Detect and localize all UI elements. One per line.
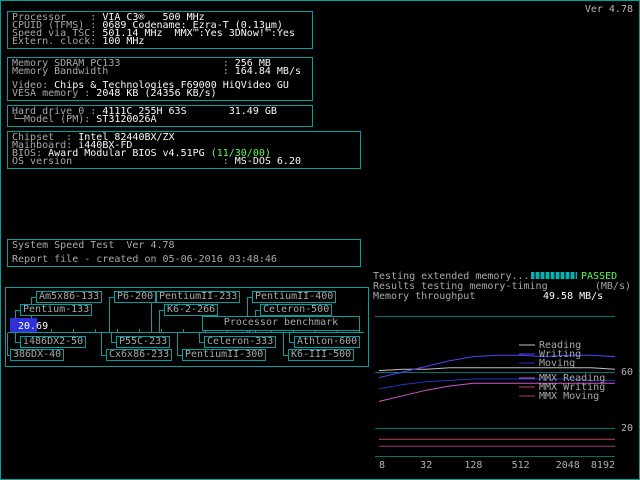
info-text-label: └─Model (PM): <box>12 114 96 125</box>
info-text-value: 100 MHz <box>102 36 144 47</box>
benchmark-score-value: 20.69 <box>18 321 48 332</box>
memory-throughput-line: Memory throughput <box>373 291 475 302</box>
cpu-reference-label: PentiumII-400 <box>252 291 336 303</box>
x-axis-label: 2048 <box>556 460 580 471</box>
info-row: Memory Bandwidth : 164.84 MB/s <box>12 68 308 76</box>
cpu-reference-label: Celeron-500 <box>260 304 332 316</box>
legend-label: Moving <box>539 358 575 369</box>
system-info-box: Chipset : Intel 82440BX/ZXMainboard: i44… <box>7 131 361 169</box>
info-row: Extern. clock: 100 MHz <box>12 38 308 46</box>
cpu-reference-label: Cx6x86-233 <box>106 349 172 361</box>
hard-drive-info-box: Hard drive 0 : 4111C 255H 63S 31.49 GB└─… <box>7 105 313 127</box>
cpu-reference-label: Pentium-133 <box>20 304 92 316</box>
info-text-value: 2048 KB (24356 KB/s) <box>96 88 216 99</box>
processor-benchmark-panel: 20.69 Processor benchmark Am5x86-133 P6-2… <box>5 287 369 367</box>
info-text-value: 164.84 MB/s <box>235 66 301 77</box>
cpu-reference-label: PentiumII-300 <box>182 349 266 361</box>
cpu-reference-label: 386DX-40 <box>10 349 64 361</box>
memory-throughput-value: 49.58 MB/s <box>543 291 603 302</box>
cpu-reference-label: Athlon-600 <box>294 336 360 348</box>
cpu-reference-label: K6-III-500 <box>288 349 354 361</box>
report-info-box: System Speed Test Ver 4.78 Report file - … <box>7 239 361 267</box>
info-text-label: Report file - created on 05-06-2016 03:4… <box>12 254 277 265</box>
version-label: Ver 4.78 <box>585 4 633 15</box>
x-axis-label: 512 <box>512 460 530 471</box>
memory-throughput-label: Memory throughput <box>373 291 475 302</box>
x-axis-label: 8192 <box>591 460 615 471</box>
memory-timing-chart: 602083212851220488192ReadingWritingMovin… <box>371 303 637 475</box>
info-text-label: Extern. clock: <box>12 36 102 47</box>
y-axis-label: 60 <box>621 367 633 378</box>
memory-video-info-box: Memory SDRAM PC133 : 256 MBMemory Bandwi… <box>7 57 313 101</box>
info-text-label: Memory Bandwidth : <box>12 66 235 77</box>
benchmark-title: Processor benchmark <box>202 316 360 331</box>
cpu-reference-label: Am5x86-133 <box>36 291 102 303</box>
processor-info-box: Processor : VIA C3® 500 MHzCPUID (TFMS) … <box>7 11 313 49</box>
info-row: OS version : MS-DOS 6.20 <box>12 158 356 166</box>
benchmark-title-text: Processor benchmark <box>224 317 338 328</box>
x-axis-label: 32 <box>420 460 432 471</box>
cpu-reference-label: PentiumII-233 <box>156 291 240 303</box>
cpu-reference-label: P55C-233 <box>116 336 170 348</box>
info-text-label: OS version : <box>12 156 235 167</box>
cpu-reference-label: i486DX2-50 <box>20 336 86 348</box>
memory-test-progress-bar <box>531 272 577 279</box>
info-row: Report file - created on 05-06-2016 03:4… <box>12 256 356 264</box>
info-text-label: VESA memory : <box>12 88 96 99</box>
info-row: VESA memory : 2048 KB (24356 KB/s) <box>12 90 308 98</box>
info-text-value: ST3120026A <box>96 114 156 125</box>
x-axis-label: 8 <box>379 460 385 471</box>
cpu-reference-label: Celeron-333 <box>204 336 276 348</box>
info-text-value: MS-DOS 6.20 <box>235 156 301 167</box>
speedsys-screen: Ver 4.78 Processor : VIA C3® 500 MHzCPUI… <box>0 0 640 480</box>
info-row: └─Model (PM): ST3120026A <box>12 116 308 124</box>
x-axis-label: 128 <box>464 460 482 471</box>
y-axis-label: 20 <box>621 423 633 434</box>
info-row: System Speed Test Ver 4.78 <box>12 242 356 250</box>
cpu-reference-label: K6-2-266 <box>164 304 218 316</box>
benchmark-scale-line <box>8 332 364 333</box>
memory-test-panel: Testing extended memory... PASSED Result… <box>371 269 637 475</box>
info-text-label: System Speed Test Ver 4.78 <box>12 240 175 251</box>
cpu-reference-label: P6-200 <box>114 291 156 303</box>
legend-label: MMX Moving <box>539 391 599 402</box>
